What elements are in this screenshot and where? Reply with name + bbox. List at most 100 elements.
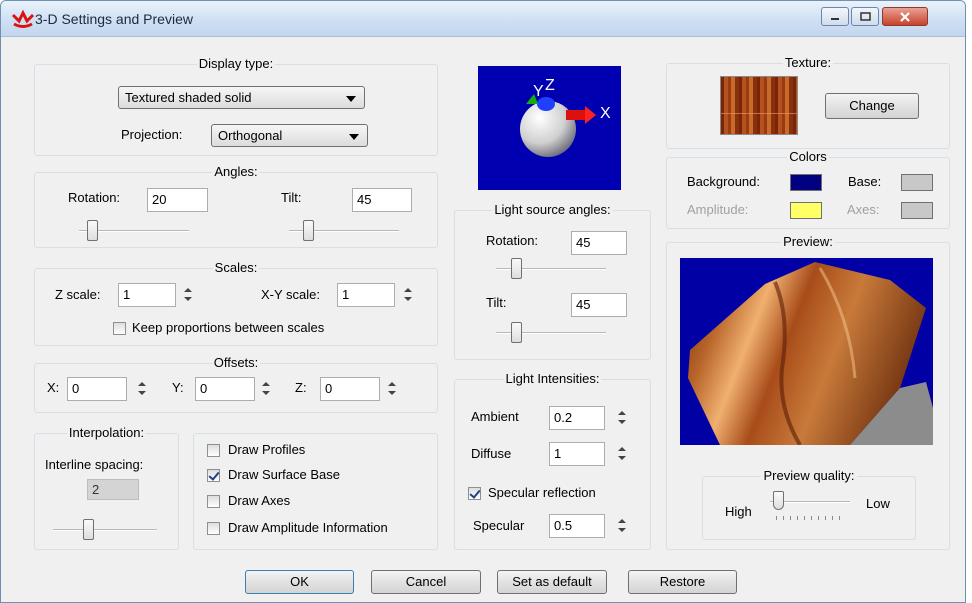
axes-color-label: Axes: — [847, 202, 880, 217]
base-color-swatch[interactable] — [901, 174, 933, 191]
light-tilt-slider[interactable] — [496, 321, 606, 345]
draw-axes-checkbox[interactable] — [207, 495, 220, 508]
rotation-input[interactable]: 20 — [147, 188, 208, 212]
draw-options-group: Draw Profiles Draw Surface Base Draw Axe… — [193, 433, 438, 550]
specular-input[interactable]: 0.5 — [549, 514, 605, 538]
display-type-title: Display type: — [196, 56, 276, 71]
specular-label: Specular — [473, 518, 525, 533]
angles-title: Angles: — [212, 164, 260, 179]
slider-thumb[interactable] — [87, 220, 98, 241]
rotation-slider[interactable] — [79, 219, 189, 243]
axes-color-swatch — [901, 202, 933, 219]
draw-amplitude-label: Draw Amplitude Information — [228, 520, 388, 535]
keep-proportions-checkbox[interactable] — [113, 322, 126, 335]
rotation-label: Rotation: — [68, 190, 121, 205]
title-bar[interactable]: 3-D Settings and Preview — [1, 1, 965, 37]
slider-thumb[interactable] — [511, 322, 522, 343]
ambient-input[interactable]: 0.2 — [549, 406, 605, 430]
change-texture-button[interactable]: Change — [825, 93, 919, 119]
preview-quality-group: Preview quality: High Low — [702, 468, 916, 540]
offset-y-input[interactable]: 0 — [195, 377, 255, 401]
slider-thumb[interactable] — [511, 258, 522, 279]
axis-z-label: Z — [545, 77, 555, 94]
dropdown-arrow-icon — [349, 134, 359, 140]
texture-thumbnail — [720, 76, 798, 135]
minimize-button[interactable] — [821, 7, 849, 26]
tilt-slider[interactable] — [289, 219, 399, 243]
restore-button[interactable]: Restore — [628, 570, 737, 594]
xy-scale-label: X-Y scale: — [261, 287, 321, 302]
scales-title: Scales: — [212, 260, 260, 275]
background-color-swatch[interactable] — [790, 174, 822, 191]
interline-spacing-slider[interactable] — [53, 518, 157, 542]
offset-x-spinner[interactable] — [135, 378, 149, 400]
specular-spinner[interactable] — [615, 515, 629, 537]
light-rotation-label: Rotation: — [486, 233, 539, 248]
light-intensities-group: Light Intensities: Ambient 0.2 Diffuse 1… — [454, 371, 651, 550]
light-tilt-input[interactable]: 45 — [571, 293, 627, 317]
close-button[interactable] — [882, 7, 928, 26]
settings-window: 3-D Settings and Preview Display type: T… — [0, 0, 966, 603]
light-source-group: Light source angles: Rotation: 45 Tilt: … — [454, 202, 651, 360]
diffuse-spinner[interactable] — [615, 443, 629, 465]
ambient-label: Ambient — [471, 409, 519, 424]
ok-button[interactable]: OK — [245, 570, 354, 594]
light-tilt-label: Tilt: — [486, 295, 507, 310]
light-direction-preview[interactable]: X Y Z — [478, 66, 621, 190]
light-rotation-slider[interactable] — [496, 257, 606, 281]
maximize-button[interactable] — [851, 7, 879, 26]
offset-y-label: Y: — [172, 380, 184, 395]
offset-z-input[interactable]: 0 — [320, 377, 380, 401]
window-title: 3-D Settings and Preview — [35, 11, 193, 27]
diffuse-input[interactable]: 1 — [549, 442, 605, 466]
draw-profiles-label: Draw Profiles — [228, 442, 306, 457]
slider-thumb[interactable] — [83, 519, 94, 540]
surface-preview[interactable] — [680, 258, 933, 447]
xy-scale-spinner[interactable] — [401, 284, 415, 306]
cancel-button[interactable]: Cancel — [371, 570, 481, 594]
projection-label: Projection: — [121, 127, 183, 142]
offsets-title: Offsets: — [211, 355, 261, 370]
offset-z-spinner[interactable] — [385, 378, 399, 400]
preview-title: Preview: — [781, 234, 835, 249]
dropdown-arrow-icon — [346, 96, 356, 102]
draw-surface-base-label: Draw Surface Base — [228, 467, 340, 482]
axes-gizmo: X Y Z — [520, 77, 611, 157]
slider-thumb[interactable] — [303, 220, 314, 241]
slider-thumb[interactable] — [773, 491, 784, 510]
draw-surface-base-checkbox[interactable] — [207, 469, 220, 482]
z-scale-spinner[interactable] — [181, 284, 195, 306]
preview-quality-title: Preview quality: — [761, 468, 857, 483]
z-scale-input[interactable]: 1 — [118, 283, 176, 307]
offset-y-spinner[interactable] — [259, 378, 273, 400]
draw-amplitude-checkbox[interactable] — [207, 522, 220, 535]
specular-reflection-checkbox[interactable] — [468, 487, 481, 500]
interpolation-title: Interpolation: — [66, 425, 147, 440]
offset-x-input[interactable]: 0 — [67, 377, 127, 401]
slider-ticks — [776, 516, 840, 520]
display-type-group: Display type: Textured shaded solid Proj… — [34, 56, 438, 156]
preview-quality-slider[interactable] — [770, 490, 850, 514]
diffuse-label: Diffuse — [471, 446, 512, 461]
angles-group: Angles: Rotation: 20 Tilt: 45 — [34, 164, 438, 248]
light-intensities-title: Light Intensities: — [503, 371, 602, 386]
tilt-input[interactable]: 45 — [352, 188, 412, 212]
offset-z-label: Z: — [295, 380, 307, 395]
amplitude-color-swatch — [790, 202, 822, 219]
projection-combo[interactable]: Orthogonal — [211, 124, 368, 147]
xy-scale-input[interactable]: 1 — [337, 283, 395, 307]
interpolation-group: Interpolation: Interline spacing: 2 — [34, 425, 179, 550]
specular-reflection-label: Specular reflection — [488, 485, 596, 500]
close-icon — [900, 11, 910, 22]
surface-preview-render — [688, 262, 933, 447]
keep-proportions-label: Keep proportions between scales — [132, 320, 325, 335]
axis-y-label: Y — [533, 83, 544, 100]
set-as-default-button[interactable]: Set as default — [497, 570, 607, 594]
display-type-value: Textured shaded solid — [125, 90, 252, 105]
display-type-combo[interactable]: Textured shaded solid — [118, 86, 365, 109]
amplitude-color-label: Amplitude: — [687, 202, 749, 217]
quality-high-label: High — [725, 504, 752, 519]
light-rotation-input[interactable]: 45 — [571, 231, 627, 255]
draw-profiles-checkbox[interactable] — [207, 444, 220, 457]
ambient-spinner[interactable] — [615, 407, 629, 429]
